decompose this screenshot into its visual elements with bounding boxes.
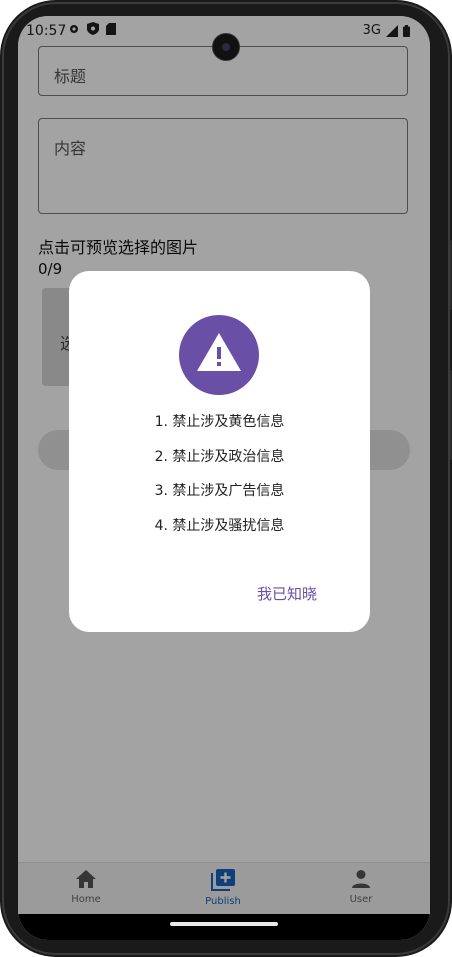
phone-frame: 10:57 3G 标题 内容 点击可预览选择的图片 0/9 选 Home Pub… bbox=[0, 0, 452, 957]
rule-item: 4. 禁止涉及骚扰信息 bbox=[154, 517, 285, 534]
gesture-area bbox=[18, 914, 430, 940]
rules-dialog: 1. 禁止涉及黄色信息 2. 禁止涉及政治信息 3. 禁止涉及广告信息 4. 禁… bbox=[69, 271, 370, 632]
rule-item: 1. 禁止涉及黄色信息 bbox=[154, 414, 285, 430]
rule-item: 3. 禁止涉及广告信息 bbox=[154, 483, 285, 499]
acknowledge-button[interactable]: 我已知晓 bbox=[253, 581, 321, 606]
rule-item: 2. 禁止涉及政治信息 bbox=[154, 448, 285, 465]
home-gesture-bar[interactable] bbox=[170, 922, 278, 926]
warning-icon bbox=[179, 315, 259, 395]
rules-list: 1. 禁止涉及黄色信息 2. 禁止涉及政治信息 3. 禁止涉及广告信息 4. 禁… bbox=[69, 411, 370, 549]
screen: 10:57 3G 标题 内容 点击可预览选择的图片 0/9 选 Home Pub… bbox=[18, 16, 430, 940]
front-camera bbox=[212, 33, 240, 61]
